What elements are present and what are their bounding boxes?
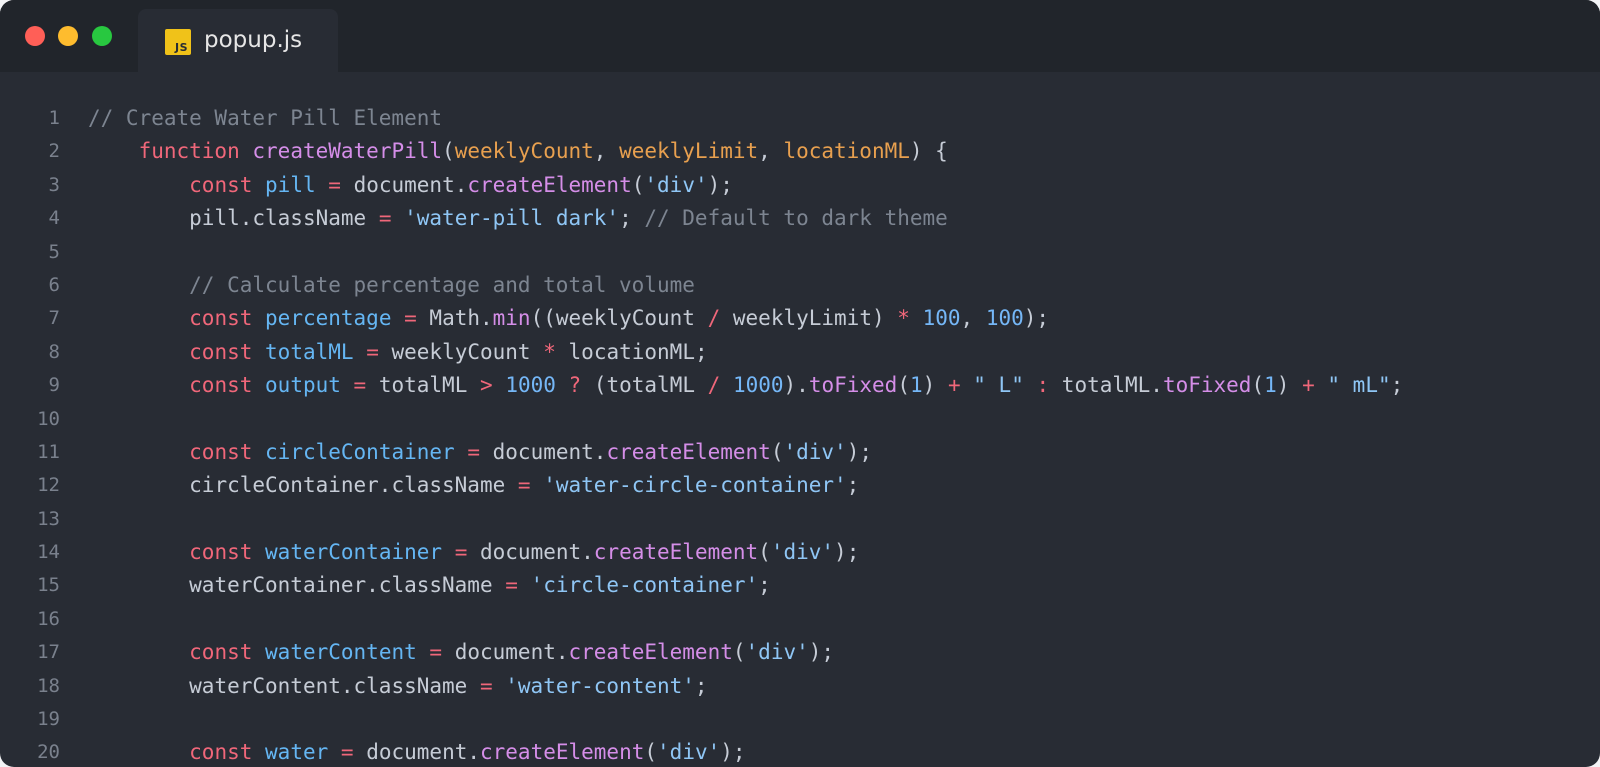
line-number: 1 [48, 107, 60, 129]
close-window-button[interactable] [25, 26, 45, 46]
code-line: 2 function createWaterPill(weeklyCount, … [0, 135, 1600, 168]
code-line: 19 [0, 703, 1600, 736]
code-text: pill.className = 'water-pill dark'; // D… [189, 206, 948, 231]
code-text: const waterContainer = document.createEl… [189, 540, 860, 565]
code-text: function createWaterPill(weeklyCount, we… [138, 139, 948, 164]
code-line: 11 const circleContainer = document.crea… [0, 436, 1600, 469]
code-line: 1 // Create Water Pill Element [0, 102, 1600, 135]
line-number: 17 [37, 641, 60, 664]
code-line: 3 const pill = document.createElement('d… [0, 169, 1600, 202]
line-number: 5 [48, 240, 60, 263]
file-icon-label: JS [174, 41, 188, 54]
code-line: 20 const water = document.createElement(… [0, 736, 1600, 767]
code-line: 17 const waterContent = document.createE… [0, 636, 1600, 669]
code-text: circleContainer.className = 'water-circl… [189, 473, 860, 498]
line-number: 6 [48, 273, 60, 296]
code-editor[interactable]: 1 // Create Water Pill Element 2 function … [0, 102, 1600, 767]
code-text: // Calculate percentage and total volume [189, 272, 695, 297]
code-text: waterContainer.className = 'circle-conta… [189, 573, 771, 598]
code-text: // Create Water Pill Element [88, 106, 443, 130]
code-text: const pill = document.createElement('div… [189, 172, 733, 197]
line-number: 19 [37, 708, 60, 731]
code-line: 9 const output = totalML > 1000 ? (total… [0, 369, 1600, 402]
code-line: 18 waterContent.className = 'water-conte… [0, 670, 1600, 703]
code-line: 12 circleContainer.className = 'water-ci… [0, 469, 1600, 502]
line-number: 12 [37, 474, 60, 497]
line-number: 20 [37, 741, 60, 764]
tab-popup-js[interactable]: JS popup.js [138, 9, 338, 72]
code-line: 10 [0, 403, 1600, 436]
maximize-window-button[interactable] [92, 26, 112, 46]
line-number: 8 [48, 340, 60, 363]
code-text: const output = totalML > 1000 ? (totalML… [189, 373, 1404, 398]
line-number: 13 [37, 507, 60, 530]
line-number: 18 [37, 674, 60, 697]
code-text: const water = document.createElement('di… [189, 740, 746, 765]
code-line: 13 [0, 503, 1600, 536]
javascript-file-icon: JS [165, 29, 191, 55]
code-text: const percentage = Math.min((weeklyCount… [189, 306, 1050, 331]
code-line: 6 // Calculate percentage and total volu… [0, 269, 1600, 302]
code-line: 8 const totalML = weeklyCount * location… [0, 336, 1600, 369]
code-text: const circleContainer = document.createE… [189, 439, 872, 464]
line-number: 11 [37, 440, 60, 463]
code-line: 16 [0, 603, 1600, 636]
line-number: 3 [48, 173, 60, 196]
code-text: const waterContent = document.createElem… [189, 640, 835, 665]
code-window: JS popup.js 1 // Create Water Pill Elemen… [0, 0, 1600, 767]
code-text: const totalML = weeklyCount * locationML… [189, 339, 708, 364]
line-number: 2 [48, 140, 60, 163]
line-number: 15 [37, 574, 60, 597]
title-bar: JS popup.js [0, 0, 1600, 72]
code-line: 14 const waterContainer = document.creat… [0, 536, 1600, 569]
code-line: 7 const percentage = Math.min((weeklyCou… [0, 302, 1600, 335]
line-number: 16 [37, 607, 60, 630]
line-number: 9 [48, 374, 60, 397]
code-line: 15 waterContainer.className = 'circle-co… [0, 569, 1600, 602]
code-line: 4 pill.className = 'water-pill dark'; //… [0, 202, 1600, 235]
line-number: 7 [48, 307, 60, 330]
line-number: 14 [37, 541, 60, 564]
minimize-window-button[interactable] [58, 26, 78, 46]
code-text: waterContent.className = 'water-content'… [189, 673, 708, 698]
line-number: 4 [48, 207, 60, 230]
tab-title: popup.js [204, 27, 303, 53]
line-number: 10 [37, 407, 60, 430]
code-line: 5 [0, 236, 1600, 269]
